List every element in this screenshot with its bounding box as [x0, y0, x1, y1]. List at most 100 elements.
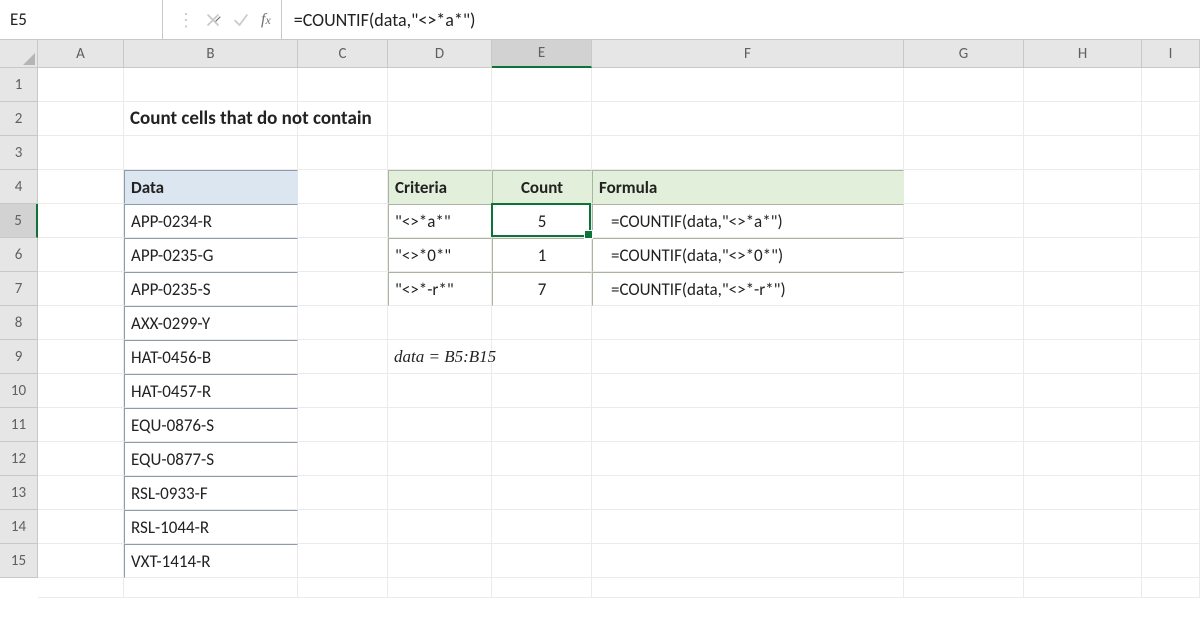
cell[interactable] [904, 340, 1024, 374]
cell[interactable] [388, 442, 492, 476]
cell[interactable] [1024, 408, 1142, 442]
row-header-11[interactable]: 11 [0, 408, 38, 442]
column-header-D[interactable]: D [388, 40, 492, 68]
cell[interactable] [124, 136, 298, 170]
data-cell[interactable]: HAT-0457-R [124, 374, 298, 408]
cell[interactable] [298, 238, 388, 272]
cell[interactable] [904, 544, 1024, 578]
data-cell[interactable]: HAT-0456-B [124, 340, 298, 374]
cell[interactable] [1142, 170, 1200, 204]
fx-icon[interactable]: fx [261, 11, 271, 29]
cell[interactable] [592, 374, 904, 408]
formula-cell[interactable]: =COUNTIF(data,"<>*0*") [592, 238, 904, 272]
cell[interactable] [592, 544, 904, 578]
data-cell[interactable]: APP-0235-G [124, 238, 298, 272]
cell[interactable] [1142, 102, 1200, 136]
cell[interactable] [298, 136, 388, 170]
cell[interactable] [1024, 102, 1142, 136]
cell[interactable] [1142, 510, 1200, 544]
cell[interactable] [904, 238, 1024, 272]
row-header-9[interactable]: 9 [0, 340, 38, 374]
cell[interactable] [388, 510, 492, 544]
cell[interactable] [38, 238, 124, 272]
cell[interactable] [1024, 170, 1142, 204]
row-header-3[interactable]: 3 [0, 136, 38, 170]
cell[interactable] [38, 374, 124, 408]
worksheet-grid[interactable]: ABCDEFGHI123456789101112131415Count cell… [0, 40, 1200, 630]
column-header-B[interactable]: B [124, 40, 298, 68]
cell[interactable] [298, 68, 388, 102]
cell[interactable] [904, 306, 1024, 340]
row-header-7[interactable]: 7 [0, 272, 38, 306]
count-cell[interactable]: 5 [492, 204, 592, 238]
cell[interactable] [38, 578, 124, 598]
cell[interactable] [298, 340, 388, 374]
data-cell[interactable]: APP-0235-S [124, 272, 298, 306]
cell[interactable] [592, 68, 904, 102]
cell[interactable] [124, 68, 298, 102]
cell[interactable] [904, 272, 1024, 306]
row-header-14[interactable]: 14 [0, 510, 38, 544]
column-header-H[interactable]: H [1024, 40, 1142, 68]
cell[interactable] [904, 408, 1024, 442]
cell[interactable] [1024, 136, 1142, 170]
cell[interactable] [492, 442, 592, 476]
cell[interactable] [904, 510, 1024, 544]
cell[interactable] [492, 408, 592, 442]
criteria-cell[interactable]: "<>*a*" [388, 204, 492, 238]
cell[interactable] [1024, 578, 1142, 598]
cell[interactable] [1142, 442, 1200, 476]
cell[interactable] [38, 442, 124, 476]
row-header-13[interactable]: 13 [0, 476, 38, 510]
cell[interactable] [1024, 374, 1142, 408]
column-header-G[interactable]: G [904, 40, 1024, 68]
cell[interactable] [298, 408, 388, 442]
cell[interactable] [298, 374, 388, 408]
cell[interactable] [1142, 544, 1200, 578]
row-header-2[interactable]: 2 [0, 102, 38, 136]
cell[interactable] [298, 272, 388, 306]
cell[interactable] [904, 442, 1024, 476]
cell[interactable] [38, 272, 124, 306]
cell[interactable] [388, 544, 492, 578]
row-header-10[interactable]: 10 [0, 374, 38, 408]
cell[interactable] [1024, 476, 1142, 510]
cell[interactable] [1142, 238, 1200, 272]
cell[interactable] [492, 68, 592, 102]
formula-cell[interactable]: =COUNTIF(data,"<>*-r*") [592, 272, 904, 306]
cell[interactable] [592, 510, 904, 544]
cell[interactable] [1024, 340, 1142, 374]
cell[interactable] [592, 476, 904, 510]
formula-cell[interactable]: =COUNTIF(data,"<>*a*") [592, 204, 904, 238]
cell[interactable] [38, 510, 124, 544]
cell[interactable] [38, 306, 124, 340]
cell[interactable] [298, 510, 388, 544]
cell[interactable] [1024, 510, 1142, 544]
cell[interactable] [38, 102, 124, 136]
cell[interactable] [1142, 68, 1200, 102]
cell[interactable] [38, 340, 124, 374]
cell[interactable] [492, 102, 592, 136]
cell[interactable] [124, 578, 298, 598]
cell[interactable] [492, 476, 592, 510]
column-header-C[interactable]: C [298, 40, 388, 68]
cell[interactable] [904, 374, 1024, 408]
cell[interactable] [38, 544, 124, 578]
cell[interactable] [38, 476, 124, 510]
cell[interactable] [1024, 238, 1142, 272]
cell[interactable] [904, 68, 1024, 102]
cell[interactable] [904, 102, 1024, 136]
cell[interactable] [1024, 544, 1142, 578]
criteria-cell[interactable]: "<>*0*" [388, 238, 492, 272]
cell[interactable] [904, 476, 1024, 510]
cell[interactable] [904, 578, 1024, 598]
cell[interactable] [1024, 204, 1142, 238]
cell[interactable] [492, 306, 592, 340]
column-header-A[interactable]: A [38, 40, 124, 68]
cell[interactable] [1142, 340, 1200, 374]
row-header-12[interactable]: 12 [0, 442, 38, 476]
criteria-cell[interactable]: "<>*-r*" [388, 272, 492, 306]
formula-input[interactable] [282, 0, 1200, 39]
cell[interactable] [592, 306, 904, 340]
cell[interactable] [1142, 136, 1200, 170]
